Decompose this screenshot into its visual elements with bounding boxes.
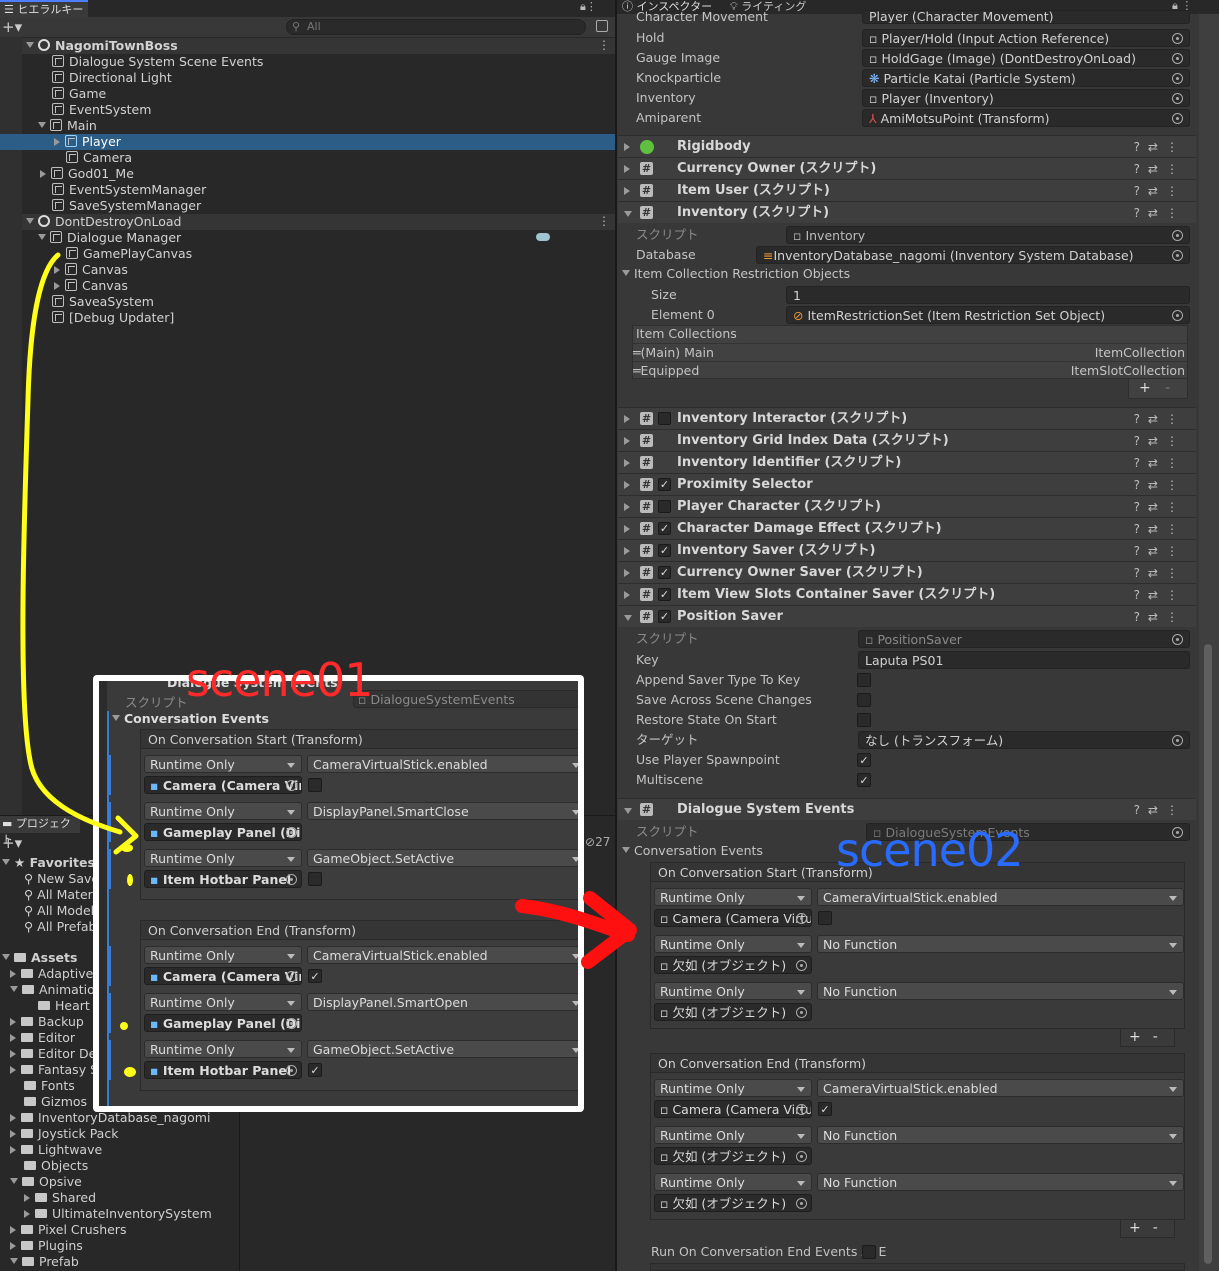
yellow-dot-3 bbox=[120, 1022, 128, 1030]
annotation-overlay bbox=[20, 252, 637, 1077]
yellow-arrow-path bbox=[20, 252, 123, 835]
yellow-dot-1 bbox=[121, 844, 133, 852]
yellow-dot-4 bbox=[124, 1067, 136, 1077]
yellow-dot-2 bbox=[127, 874, 133, 886]
